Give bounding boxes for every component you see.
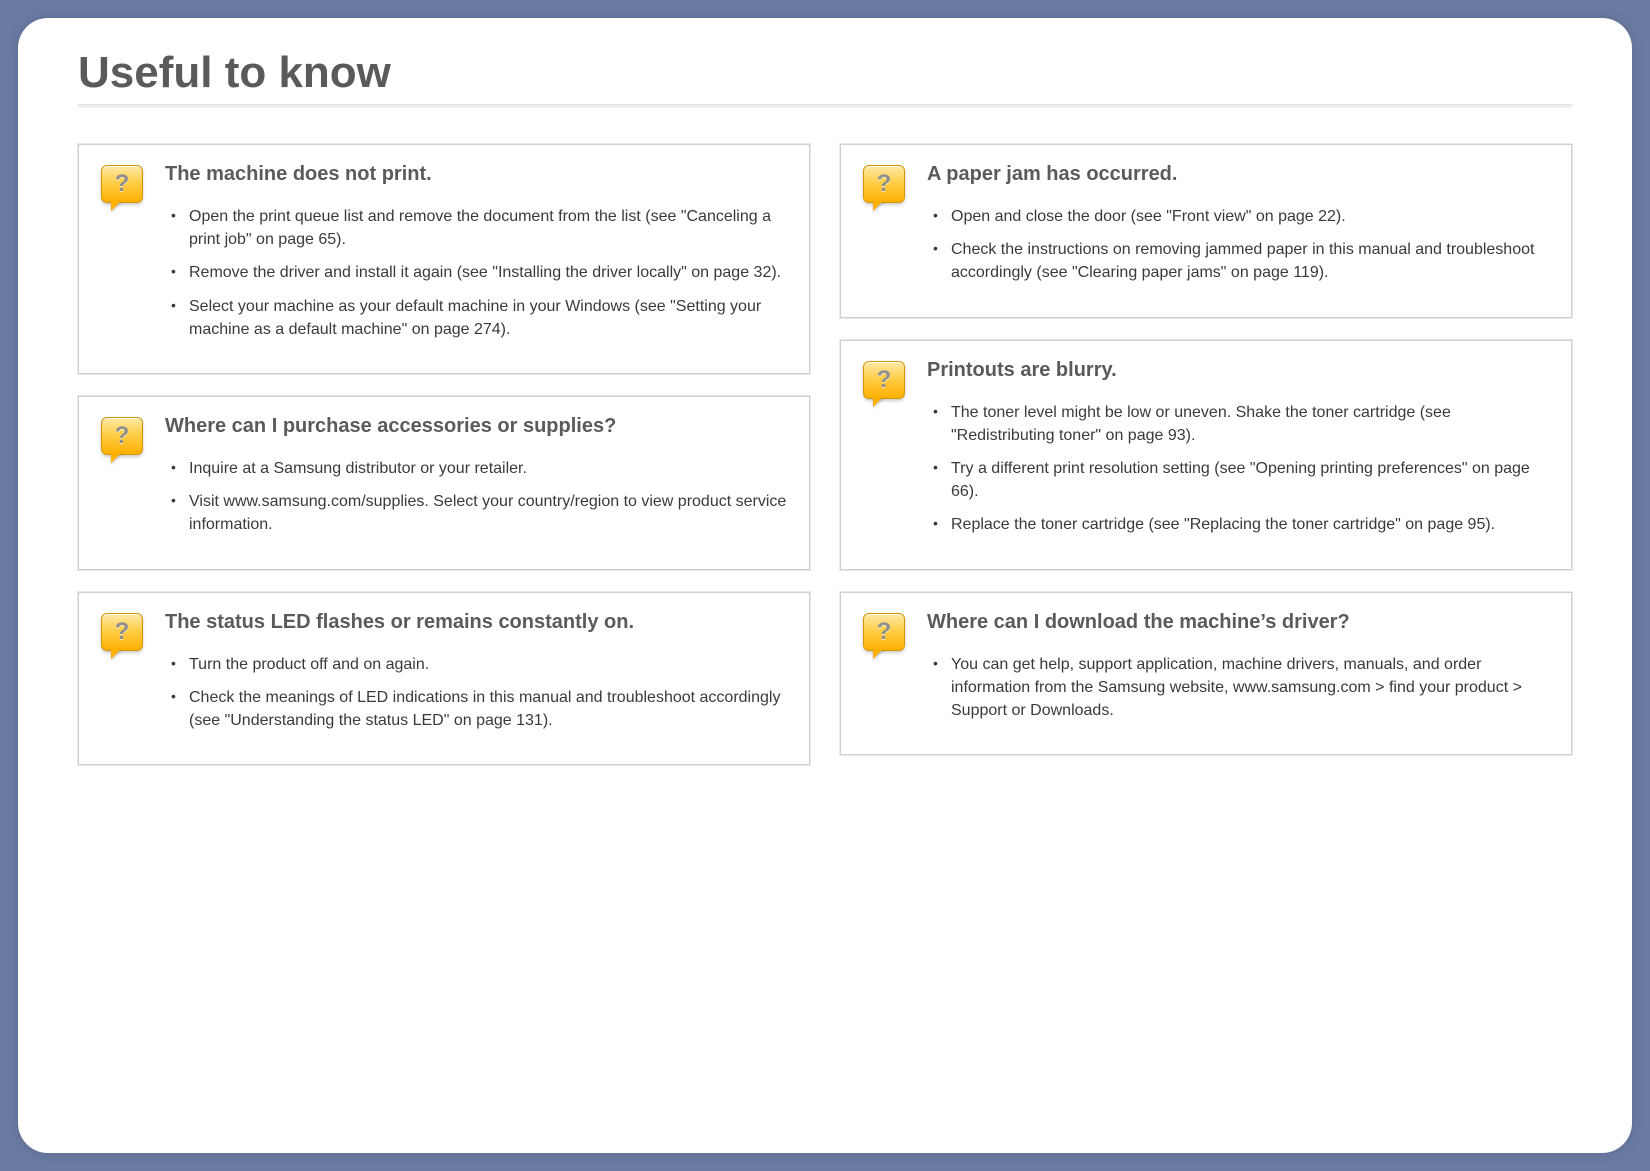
column-left: ? The machine does not print. Open the p… [78,144,810,765]
faq-item-list: The toner level might be low or uneven. … [927,401,1549,537]
faq-card-body: Where can I purchase accessories or supp… [165,413,787,547]
list-item: Try a different print resolution setting… [933,457,1549,503]
faq-item-list: Inquire at a Samsung distributor or your… [165,457,787,537]
faq-card-body: Where can I download the machine’s drive… [927,609,1549,733]
faq-card-body: A paper jam has occurred. Open and close… [927,161,1549,295]
list-item: Check the meanings of LED indications in… [171,686,787,732]
faq-card-title: The machine does not print. [165,161,787,187]
list-item: Turn the product off and on again. [171,653,787,676]
faq-item-list: Turn the product off and on again. Check… [165,653,787,733]
list-item: The toner level might be low or uneven. … [933,401,1549,447]
list-item: Check the instructions on removing jamme… [933,238,1549,284]
list-item: Select your machine as your default mach… [171,295,787,341]
faq-card: ? Where can I purchase accessories or su… [78,396,810,570]
faq-card-body: The machine does not print. Open the pri… [165,161,787,351]
faq-card-body: Printouts are blurry. The toner level mi… [927,357,1549,547]
faq-card: ? The status LED flashes or remains cons… [78,592,810,766]
faq-card: ? The machine does not print. Open the p… [78,144,810,374]
question-icon: ? [101,165,145,215]
list-item: Remove the driver and install it again (… [171,261,787,284]
faq-card: ? Where can I download the machine’s dri… [840,592,1572,756]
question-icon: ? [863,165,907,215]
list-item: Visit www.samsung.com/supplies. Select y… [171,490,787,536]
list-item: Replace the toner cartridge (see "Replac… [933,513,1549,536]
content-columns: ? The machine does not print. Open the p… [78,144,1572,765]
list-item: You can get help, support application, m… [933,653,1549,723]
column-right: ? A paper jam has occurred. Open and clo… [840,144,1572,765]
question-icon: ? [101,613,145,663]
faq-card-title: The status LED flashes or remains consta… [165,609,787,635]
faq-card-title: A paper jam has occurred. [927,161,1549,187]
faq-item-list: Open and close the door (see "Front view… [927,205,1549,285]
question-icon: ? [863,361,907,411]
faq-item-list: You can get help, support application, m… [927,653,1549,723]
faq-card-title: Printouts are blurry. [927,357,1549,383]
list-item: Open the print queue list and remove the… [171,205,787,251]
list-item: Inquire at a Samsung distributor or your… [171,457,787,480]
list-item: Open and close the door (see "Front view… [933,205,1549,228]
document-page: Useful to know ? The machine does not pr… [18,18,1632,1153]
page-title: Useful to know [78,48,1572,98]
faq-card-body: The status LED flashes or remains consta… [165,609,787,743]
title-divider [78,104,1572,106]
faq-card-title: Where can I purchase accessories or supp… [165,413,787,439]
faq-card-title: Where can I download the machine’s drive… [927,609,1549,635]
faq-item-list: Open the print queue list and remove the… [165,205,787,341]
faq-card: ? Printouts are blurry. The toner level … [840,340,1572,570]
question-icon: ? [863,613,907,663]
faq-card: ? A paper jam has occurred. Open and clo… [840,144,1572,318]
question-icon: ? [101,417,145,467]
